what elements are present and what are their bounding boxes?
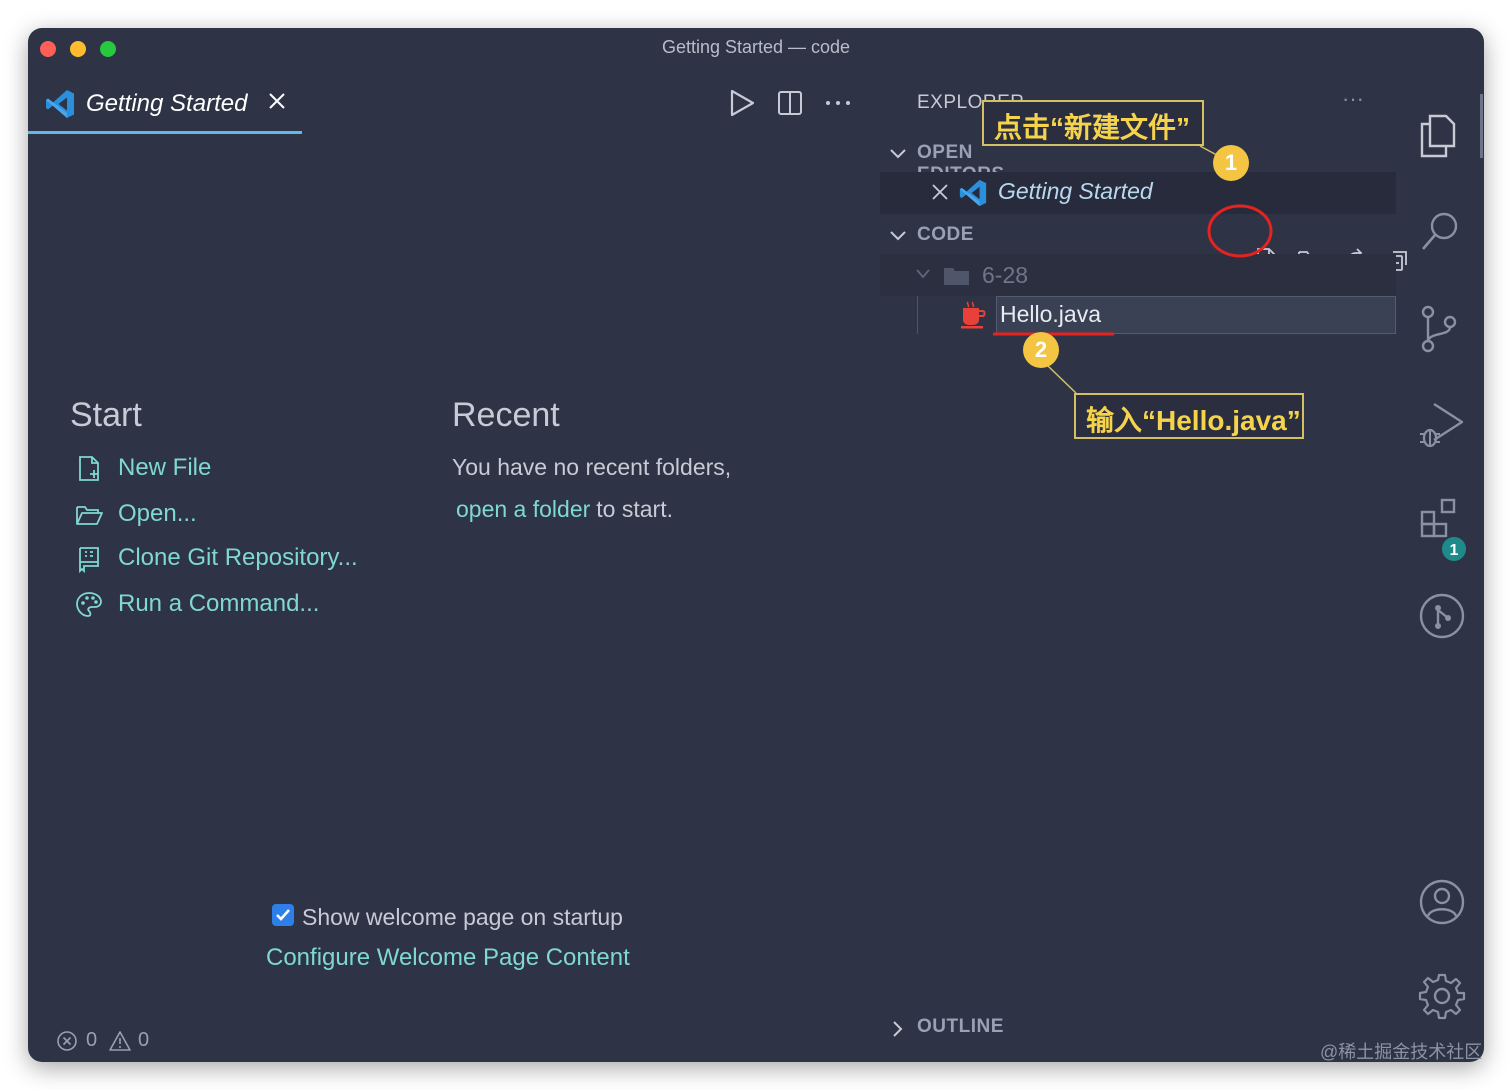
clone-git-label: Clone Git Repository... xyxy=(118,544,358,571)
open-editor-item[interactable]: Getting Started xyxy=(880,172,1396,214)
warning-count: 0 xyxy=(138,1029,150,1051)
callout-enter-filename: 输入“Hello.java” xyxy=(1074,393,1304,439)
show-welcome-checkbox[interactable] xyxy=(272,904,294,926)
new-file-name-input[interactable]: Hello.java xyxy=(996,296,1396,334)
explorer-icon[interactable] xyxy=(1418,112,1462,160)
new-file-icon xyxy=(79,456,99,481)
folder-open-icon xyxy=(76,506,103,525)
new-file-label: New File xyxy=(118,454,212,481)
error-icon xyxy=(57,1031,77,1051)
tab-getting-started[interactable]: Getting Started xyxy=(28,78,302,134)
run-command-label: Run a Command... xyxy=(118,590,320,617)
recent-empty-text: You have no recent folders, xyxy=(452,454,732,480)
close-icon[interactable] xyxy=(930,182,950,202)
palette-icon xyxy=(76,592,102,617)
window-title: Getting Started — code xyxy=(661,37,851,57)
open-editor-label: Getting Started xyxy=(998,178,1153,204)
error-count: 0 xyxy=(86,1029,98,1051)
vscode-window: Getting Started — code Getting Started S… xyxy=(28,28,1484,1062)
explorer-more-button[interactable]: ··· xyxy=(1342,86,1364,112)
folder-icon xyxy=(944,268,969,285)
open-label: Open... xyxy=(118,500,197,527)
explorer-sidebar: EXPLORER ··· OPEN EDITORS Getting Starte… xyxy=(880,78,1407,1062)
vscode-logo-icon xyxy=(959,179,987,207)
java-file-icon xyxy=(961,301,986,329)
activity-bar: 1 xyxy=(1396,68,1484,1062)
recent-suffix-text: to start. xyxy=(596,496,673,522)
run-icon[interactable] xyxy=(728,88,756,118)
source-control-icon[interactable] xyxy=(1418,304,1462,354)
close-icon[interactable] xyxy=(266,90,288,112)
code-folder-label: CODE xyxy=(917,224,974,245)
editor-actions xyxy=(728,88,858,120)
chevron-down-icon xyxy=(916,269,930,279)
start-heading: Start xyxy=(70,396,142,434)
folder-row-6-28[interactable]: 6-28 xyxy=(880,254,1396,296)
git-repo-icon xyxy=(79,547,99,574)
split-editor-icon[interactable] xyxy=(776,88,804,118)
run-debug-icon[interactable] xyxy=(1418,400,1466,452)
tree-indent-guide xyxy=(917,296,918,334)
folder-label: 6-28 xyxy=(982,262,1029,288)
vscode-logo-icon xyxy=(46,90,74,118)
chevron-right-icon xyxy=(893,1021,903,1037)
extensions-badge: 1 xyxy=(1440,535,1468,563)
active-view-indicator xyxy=(1480,94,1483,158)
more-icon[interactable] xyxy=(824,88,852,118)
watermark: @稀土掘金技术社区 xyxy=(1320,1042,1483,1062)
step-badge-1: 1 xyxy=(1213,145,1249,181)
title-bar: Getting Started — code xyxy=(28,28,1484,68)
open-folder-link[interactable]: open a folder xyxy=(456,496,590,522)
account-icon[interactable] xyxy=(1418,878,1466,926)
search-icon[interactable] xyxy=(1418,208,1462,256)
callout-new-file: 点击“新建文件” xyxy=(982,100,1204,146)
show-welcome-label: Show welcome page on startup xyxy=(302,904,623,930)
outline-label: OUTLINE xyxy=(917,1016,1004,1037)
git-graph-icon[interactable] xyxy=(1418,592,1466,640)
tab-label: Getting Started xyxy=(86,90,248,117)
step-badge-2: 2 xyxy=(1023,332,1059,368)
warning-icon xyxy=(109,1031,131,1051)
recent-open-line: open a folder to start. xyxy=(456,496,673,523)
recent-heading: Recent xyxy=(452,396,560,434)
checkmark-icon xyxy=(276,909,290,921)
settings-gear-icon[interactable] xyxy=(1418,972,1466,1020)
chevron-down-icon xyxy=(890,149,906,159)
chevron-down-icon xyxy=(890,231,906,241)
configure-welcome-link[interactable]: Configure Welcome Page Content xyxy=(266,944,630,972)
